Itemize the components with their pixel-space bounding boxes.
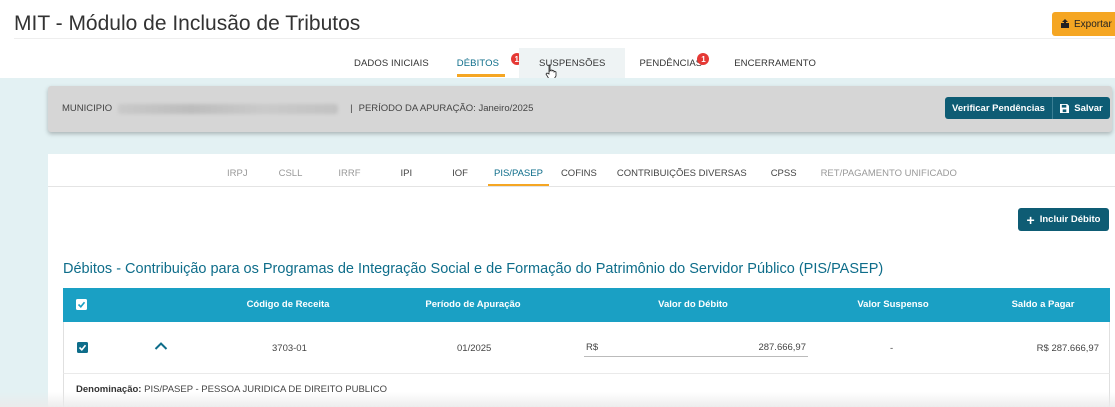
export-button[interactable]: Exportar [1052, 12, 1115, 36]
table-header: Código de Receita Período de Apuração Va… [63, 288, 1110, 322]
municipio-redacted [118, 103, 339, 114]
save-icon [1060, 103, 1070, 113]
tab-irrf[interactable]: IRRF [320, 160, 378, 186]
tab-encerramento[interactable]: ENCERRAMENTO [720, 48, 830, 78]
tab-contribuicoes-diversas[interactable]: CONTRIBUIÇÕES DIVERSAS [607, 160, 757, 186]
app-header: MIT - Módulo de Inclusão de Tributos Exp… [0, 0, 1115, 78]
header-divider [14, 38, 1115, 39]
page-title: MIT - Módulo de Inclusão de Tributos [14, 12, 361, 35]
tab-pis-pasep[interactable]: PIS/PASEP [486, 160, 551, 187]
info-bar: MUNICIPIO | PERÍODO DA APURAÇÃO: Janeiro… [48, 86, 1112, 132]
tab-ret-pagamento-unificado[interactable]: RET/PAGAMENTO UNIFICADO [811, 160, 967, 186]
select-all-checkbox[interactable] [76, 299, 87, 310]
tab-ipi[interactable]: IPI [379, 160, 435, 186]
incluir-debito-label: Incluir Débito [1039, 214, 1101, 225]
incluir-debito-button[interactable]: + Incluir Débito [1018, 208, 1109, 231]
export-icon [1061, 19, 1069, 28]
cell-codigo: 3703-01 [272, 343, 307, 354]
tab-cofins[interactable]: COFINS [551, 160, 607, 186]
info-text: MUNICIPIO | PERÍODO DA APURAÇÃO: Janeiro… [62, 103, 533, 114]
valor-debito-input[interactable]: R$ 287.666,97 [584, 339, 808, 357]
table-row: 3703-01 01/2025 R$ 287.666,97 - R$ 287.6… [63, 322, 1110, 374]
currency-prefix: R$ [586, 342, 599, 353]
pendencias-badge: 1 [697, 53, 710, 65]
main-tabs: DADOS INICIAIS DÉBITOS 1 SUSPENSÕES PEND… [340, 48, 830, 78]
tributo-tabs: IRPJ CSLL IRRF IPI IOF PIS/PASEP COFINS … [214, 160, 967, 187]
export-label: Exportar [1074, 18, 1112, 30]
main-card: IRPJ CSLL IRRF IPI IOF PIS/PASEP COFINS … [48, 154, 1115, 407]
municipio-label: MUNICIPIO [62, 103, 113, 114]
header-saldo-pagar: Saldo a Pagar [1011, 299, 1075, 310]
checkmark-icon [77, 301, 86, 308]
tab-debitos[interactable]: DÉBITOS 1 [443, 48, 523, 78]
valor-debito-value: 287.666,97 [758, 342, 806, 353]
tab-csll[interactable]: CSLL [261, 160, 321, 186]
save-button[interactable]: Salvar [1052, 97, 1110, 119]
tab-dados-iniciais[interactable]: DADOS INICIAIS [340, 48, 443, 78]
header-periodo-apuracao: Período de Apuração [425, 299, 521, 310]
tab-pendencias[interactable]: PENDÊNCIAS 1 [625, 48, 720, 78]
cell-saldo-pagar: R$ 287.666,97 [1036, 343, 1099, 354]
header-codigo-receita: Código de Receita [246, 299, 330, 310]
cell-periodo: 01/2025 [457, 343, 492, 354]
cell-valor-suspenso: - [890, 343, 894, 354]
tab-suspensoes[interactable]: SUSPENSÕES [519, 48, 626, 78]
checkmark-icon [78, 344, 87, 351]
chevron-up-icon[interactable] [154, 341, 168, 351]
info-separator: | [350, 103, 353, 114]
tabs-divider [48, 186, 1115, 187]
save-label: Salvar [1074, 102, 1103, 114]
periodo-label: PERÍODO DA APURAÇÃO: Janeiro/2025 [358, 103, 534, 114]
row-checkbox[interactable] [77, 342, 88, 353]
tab-irpj[interactable]: IRPJ [214, 160, 261, 186]
bottom-overlay [0, 392, 1115, 407]
tab-iof[interactable]: IOF [434, 160, 486, 186]
header-valor-debito: Valor do Débito [658, 299, 728, 310]
section-title: Débitos - Contribuição para os Programas… [63, 261, 884, 277]
header-valor-suspenso: Valor Suspenso [857, 299, 929, 310]
tab-cpss[interactable]: CPSS [757, 160, 811, 186]
verify-pendencias-button[interactable]: Verificar Pendências [945, 97, 1052, 119]
plus-icon: + [1026, 211, 1035, 228]
